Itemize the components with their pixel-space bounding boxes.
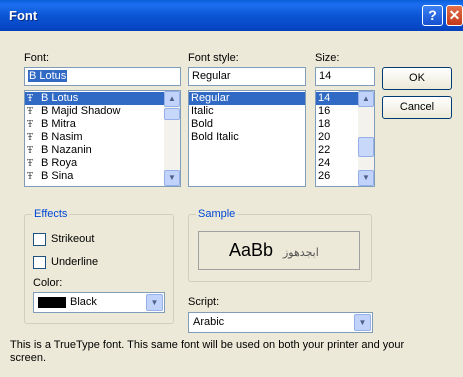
help-icon: ?	[428, 7, 437, 23]
font-label: Font:	[24, 52, 50, 64]
font-list-item[interactable]: ŦB Sina	[25, 170, 180, 183]
font-style-list[interactable]: Regular Italic Bold Bold Italic	[188, 90, 306, 187]
close-icon: ✕	[448, 7, 461, 23]
script-select[interactable]: Arabic ▼	[188, 312, 373, 333]
close-button[interactable]: ✕	[446, 5, 463, 26]
ok-button[interactable]: OK	[382, 67, 452, 90]
color-label: Color:	[33, 277, 63, 289]
style-list-item[interactable]: Italic	[189, 105, 305, 118]
style-list-item[interactable]: Bold	[189, 118, 305, 131]
strikeout-checkbox[interactable]	[33, 233, 46, 246]
style-list-item[interactable]: Bold Italic	[189, 131, 305, 144]
truetype-icon: Ŧ	[27, 172, 34, 182]
cancel-button[interactable]: Cancel	[382, 96, 452, 119]
chevron-down-icon[interactable]: ▼	[354, 314, 371, 331]
chevron-down-icon[interactable]: ▼	[146, 294, 163, 311]
style-list-item[interactable]: Regular	[189, 92, 305, 105]
window-title: Font	[9, 8, 38, 23]
font-list-item[interactable]: ŦB Roya	[25, 157, 180, 170]
color-swatch	[38, 296, 66, 308]
scroll-down-icon[interactable]: ▼	[358, 170, 374, 186]
font-list[interactable]: ŦB Lotus Ŧ B Majid Shadow Ŧ B Mitra Ŧ B Nasim Ŧ…	[24, 90, 181, 187]
font-style-input[interactable]: Regular	[188, 67, 306, 86]
underline-label: Underline	[51, 256, 99, 268]
font-info-text: This is a TrueType font. This same font …	[10, 339, 405, 364]
scroll-up-icon[interactable]: ▲	[358, 91, 374, 107]
effects-title: Effects	[32, 208, 70, 220]
underline-checkbox[interactable]	[33, 256, 46, 269]
font-style-label: Font style:	[188, 52, 239, 64]
sample-latin-text: AaBb	[229, 240, 274, 260]
title-bar: Font ? ✕	[0, 0, 463, 31]
scroll-thumb[interactable]	[358, 137, 374, 157]
size-input[interactable]: 14	[315, 67, 375, 86]
help-button[interactable]: ?	[422, 5, 443, 26]
color-select[interactable]: Black ▼	[33, 292, 165, 313]
font-list-item[interactable]: ŦB Lotus	[25, 92, 180, 105]
font-list-item[interactable]: ŦB Nazanin	[25, 144, 180, 157]
font-list-item[interactable]: ŦB Nasim	[25, 131, 180, 144]
sample-title: Sample	[196, 208, 238, 220]
font-list-item[interactable]: ŦB Majid Shadow	[25, 105, 180, 118]
scroll-down-icon[interactable]: ▼	[164, 170, 180, 186]
scroll-thumb[interactable]	[164, 108, 180, 120]
font-input[interactable]: B Lotus	[24, 67, 181, 86]
sample-arabic-text: ابجدهوز	[283, 246, 319, 259]
scroll-up-icon[interactable]: ▲	[164, 91, 180, 107]
size-list-scrollbar[interactable]: ▲ ▼	[358, 91, 374, 186]
font-list-scrollbar[interactable]: ▲ ▼	[164, 91, 180, 186]
size-list[interactable]: 14 16 18 20 22 24 26 ▲ ▼	[315, 90, 375, 187]
font-list-item[interactable]: ŦB Mitra	[25, 118, 180, 131]
size-label: Size:	[315, 52, 340, 64]
sample-preview: AaBb ابجدهوز	[198, 231, 360, 270]
strikeout-label: Strikeout	[51, 233, 95, 245]
script-label: Script:	[188, 296, 220, 308]
